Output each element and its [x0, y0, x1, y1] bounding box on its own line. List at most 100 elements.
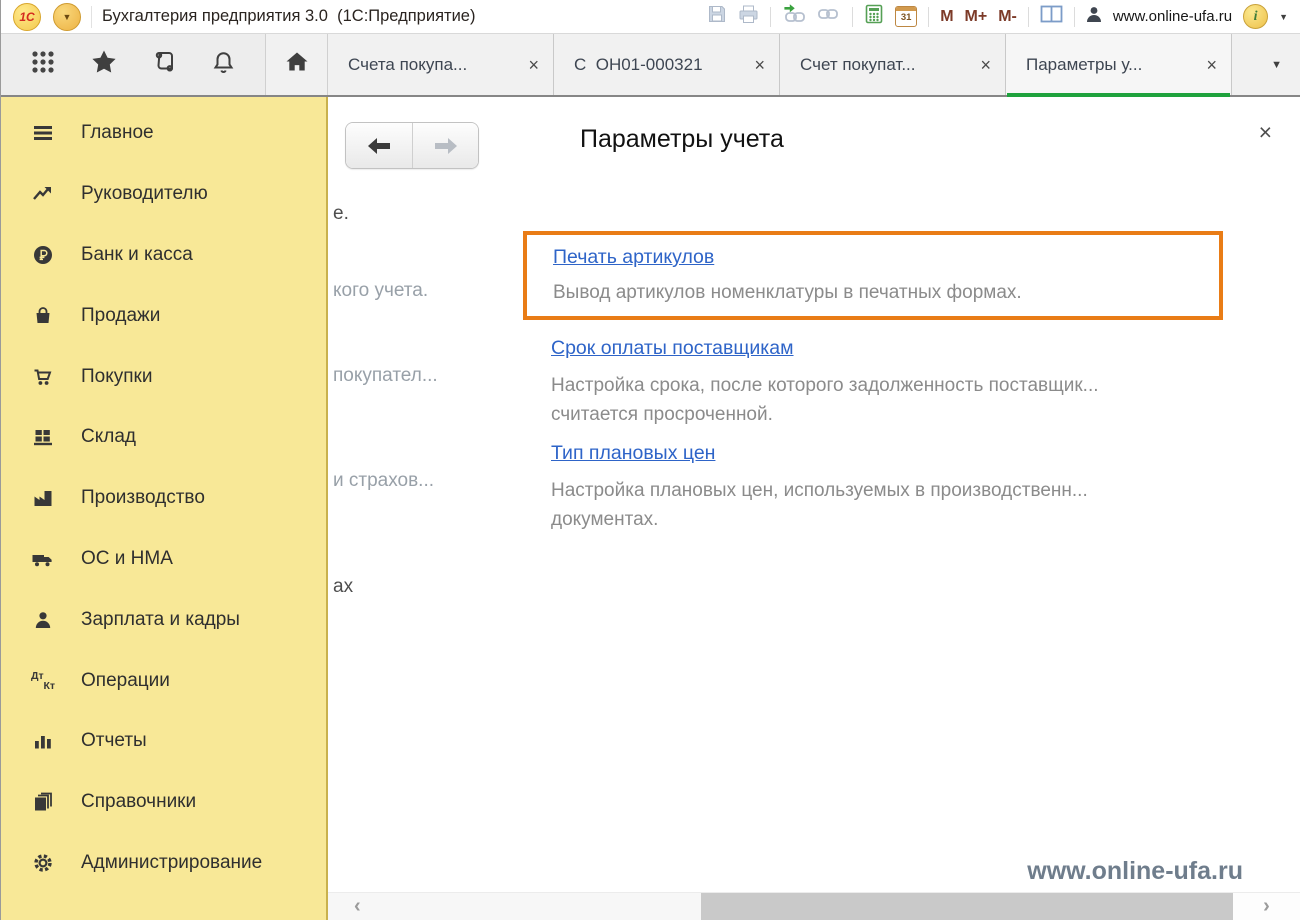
- trend-up-icon: [31, 182, 55, 206]
- close-tab-icon[interactable]: ×: [980, 56, 991, 74]
- scroll-right-button[interactable]: ›: [1263, 895, 1270, 918]
- sidebar-item-os-i-nma[interactable]: ОС и НМА: [1, 529, 326, 590]
- watermark: www.online-ufa.ru: [1027, 857, 1243, 886]
- tab-bar: Счета покупа... × С ОН01-000321 × Счет п…: [1, 34, 1300, 97]
- divider: [1074, 7, 1075, 27]
- caret-down-icon: ▼: [63, 12, 72, 22]
- sidebar-item-label: Производство: [81, 487, 205, 509]
- close-tab-icon[interactable]: ×: [754, 56, 765, 74]
- planned-price-type-link[interactable]: Тип плановых цен: [551, 442, 715, 465]
- tab-label: Счет покупат...: [800, 55, 972, 75]
- sidebar-item-label: Покупки: [81, 366, 152, 388]
- favorites-star-icon[interactable]: [91, 49, 117, 80]
- back-button[interactable]: [346, 123, 412, 168]
- notifications-bell-icon[interactable]: [211, 50, 236, 80]
- description-line: документах.: [551, 506, 1088, 535]
- sections-panel: Главное Руководителю Банк и касса Продаж…: [1, 97, 328, 920]
- print-icon[interactable]: [738, 4, 759, 29]
- home-button[interactable]: [267, 34, 328, 95]
- gear-icon: [31, 851, 55, 875]
- history-icon[interactable]: [152, 50, 176, 79]
- forward-button[interactable]: [412, 123, 478, 168]
- hscroll-thumb[interactable]: [701, 893, 1233, 920]
- save-icon[interactable]: [707, 4, 727, 29]
- title-bar: 1С ▼ Бухгалтерия предприятия 3.0 (1С:Пре…: [1, 0, 1300, 34]
- tab-list-dropdown[interactable]: ▼: [1271, 34, 1282, 95]
- navigation-buttons: [345, 122, 479, 169]
- sidebar-item-spravochniki[interactable]: Справочники: [1, 772, 326, 833]
- sidebar-item-label: Банк и касса: [81, 244, 193, 266]
- sidebar-item-otchety[interactable]: Отчеты: [1, 711, 326, 772]
- tab-label: Параметры у...: [1026, 55, 1198, 75]
- tab-accounting-parameters[interactable]: Параметры у... ×: [1006, 34, 1232, 95]
- warehouse-icon: [31, 425, 55, 449]
- get-link-icon[interactable]: [817, 4, 841, 29]
- user-icon: [1086, 6, 1102, 28]
- horizontal-scrollbar[interactable]: ‹ ›: [328, 892, 1300, 920]
- sidebar-item-sklad[interactable]: Склад: [1, 407, 326, 468]
- person-icon: [31, 608, 55, 632]
- truck-icon: [31, 547, 55, 571]
- sidebar-item-operacii[interactable]: ДтКт Операции: [1, 650, 326, 711]
- scroll-left-button[interactable]: ‹: [354, 893, 361, 920]
- sidebar-item-label: Администрирование: [81, 852, 262, 874]
- clipped-text-fragment: ах: [333, 576, 353, 598]
- close-tab-icon[interactable]: ×: [528, 56, 539, 74]
- setting-description: Настройка плановых цен, используемых в п…: [551, 477, 1088, 534]
- app-title: Бухгалтерия предприятия 3.0 (1С:Предприя…: [102, 7, 475, 26]
- scrollbar-end-cap: ›: [1233, 893, 1300, 920]
- sidebar-item-label: ОС и НМА: [81, 548, 173, 570]
- divider: [770, 7, 771, 27]
- info-icon[interactable]: i: [1243, 4, 1268, 29]
- tab-invoices-list[interactable]: Счета покупа... ×: [328, 34, 554, 95]
- factory-icon: [31, 486, 55, 510]
- sidebar-item-label: Операции: [81, 670, 170, 692]
- user-site-label: www.online-ufa.ru: [1113, 8, 1232, 25]
- divider: [928, 7, 929, 27]
- print-articles-link[interactable]: Печать артикулов: [553, 246, 714, 269]
- clipped-text-fragment: покупател...: [333, 365, 438, 387]
- sidebar-item-rukovoditelyu[interactable]: Руководителю: [1, 164, 326, 225]
- sidebar-item-label: Зарплата и кадры: [81, 609, 240, 631]
- shopping-cart-icon: [31, 365, 55, 389]
- sidebar-item-bank-i-kassa[interactable]: Банк и касса: [1, 225, 326, 286]
- sidebar-item-label: Склад: [81, 426, 136, 448]
- open-tabs: Счета покупа... × С ОН01-000321 × Счет п…: [328, 34, 1232, 95]
- goto-link-icon[interactable]: [782, 4, 806, 29]
- sections-menu-icon[interactable]: [30, 49, 56, 80]
- tab-invoice[interactable]: Счет покупат... ×: [780, 34, 1006, 95]
- calculator-icon[interactable]: [864, 4, 884, 29]
- memory-recall-button[interactable]: М: [940, 9, 953, 25]
- shopping-bag-icon: [31, 304, 55, 328]
- sidebar-item-glavnoe[interactable]: Главное: [1, 103, 326, 164]
- sidebar-item-pokupki[interactable]: Покупки: [1, 346, 326, 407]
- tab-document-on01[interactable]: С ОН01-000321 ×: [554, 34, 780, 95]
- main-menu-dropdown-button[interactable]: ▼: [53, 3, 81, 31]
- highlight-frame: Печать артикулов Вывод артикулов номенкл…: [523, 231, 1223, 320]
- calendar-icon-day: 31: [896, 11, 916, 24]
- close-tab-icon[interactable]: ×: [1206, 56, 1217, 74]
- memory-minus-button[interactable]: М-: [998, 9, 1017, 25]
- 1c-logo-icon[interactable]: 1С: [13, 3, 41, 31]
- menu-icon: [31, 121, 55, 145]
- setting-item: Тип плановых цен Настройка плановых цен,…: [551, 442, 1088, 534]
- caret-down-icon[interactable]: ▼: [1279, 12, 1288, 22]
- clipped-text-fragment: е.: [333, 203, 349, 225]
- tab-label: С ОН01-000321: [574, 55, 746, 75]
- caret-down-icon: ▼: [1271, 59, 1282, 71]
- page-title: Параметры учета: [580, 125, 784, 154]
- close-form-icon[interactable]: ×: [1259, 121, 1272, 144]
- app-window: 1С ▼ Бухгалтерия предприятия 3.0 (1С:Пре…: [0, 0, 1300, 920]
- sidebar-item-proizvodstvo[interactable]: Производство: [1, 468, 326, 529]
- supplier-payment-term-link[interactable]: Срок оплаты поставщикам: [551, 337, 794, 360]
- bar-chart-icon: [31, 729, 55, 753]
- main-content: е. кого учета. покупател... и страхов...…: [328, 97, 1300, 920]
- clipped-text-fragment: кого учета.: [333, 280, 428, 302]
- divider: [1028, 7, 1029, 27]
- sidebar-item-prodazhi[interactable]: Продажи: [1, 285, 326, 346]
- calendar-icon[interactable]: 31: [895, 6, 917, 27]
- split-window-icon[interactable]: [1040, 5, 1063, 28]
- sidebar-item-administrirovanie[interactable]: Администрирование: [1, 833, 326, 894]
- memory-plus-button[interactable]: М+: [965, 9, 988, 25]
- sidebar-item-zarplata-i-kadry[interactable]: Зарплата и кадры: [1, 589, 326, 650]
